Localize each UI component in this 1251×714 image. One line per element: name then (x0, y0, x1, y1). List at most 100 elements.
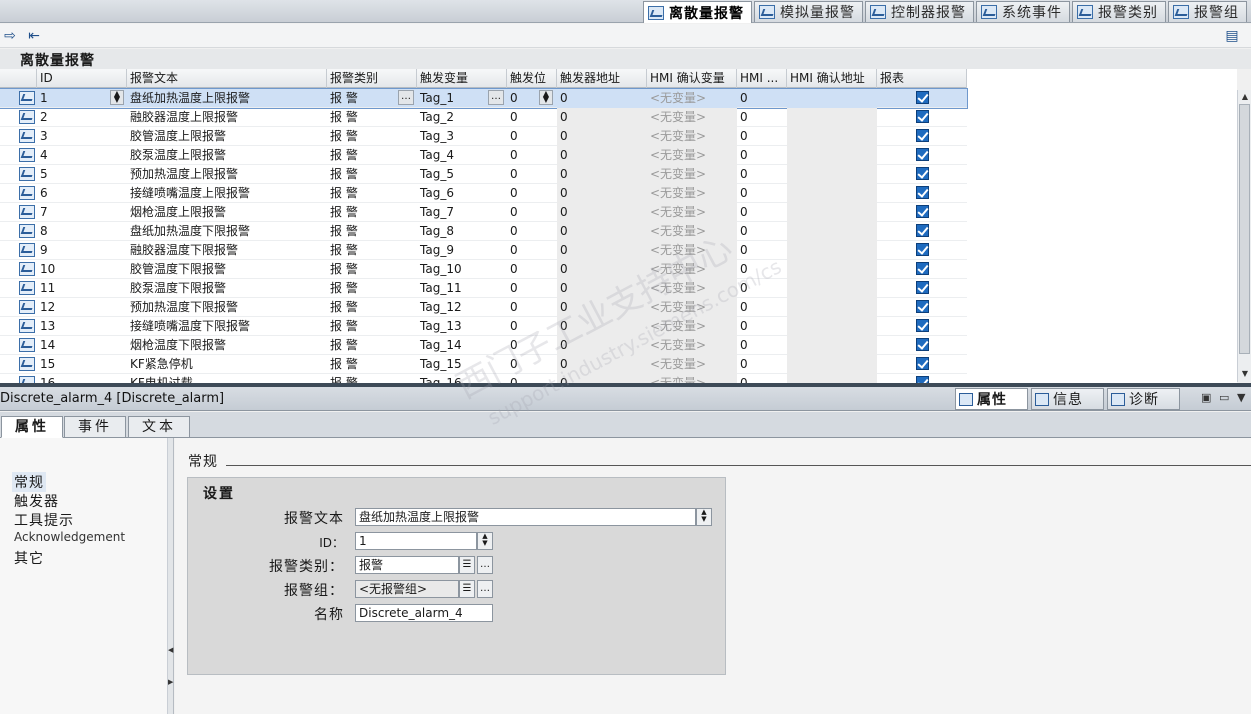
cell-alarm-class[interactable]: 报 警 (327, 241, 417, 260)
export-icon[interactable]: ⇨ (2, 28, 18, 44)
scroll-thumb[interactable] (1239, 104, 1250, 354)
cell-hmi-ack-tag[interactable]: <无变量> (647, 108, 737, 127)
cell-hmi-ack-tag[interactable]: <无变量> (647, 298, 737, 317)
table-row[interactable]: 2 融胶器温度上限报警报 警 Tag_2 0 0 <无变量> 0 (0, 108, 967, 127)
table-row[interactable]: 7 烟枪温度上限报警报 警 Tag_7 0 0 <无变量> 0 (0, 203, 967, 222)
cell-alarm-class[interactable]: 报 警 (327, 222, 417, 241)
cell-alarm-class[interactable]: 报 警 (327, 298, 417, 317)
cell-id[interactable]: 10 (37, 260, 127, 279)
cell-alarm-text[interactable]: 烟枪温度下限报警 (127, 336, 327, 355)
inspector-tab-properties[interactable]: 属性 (955, 388, 1028, 410)
cell-hmi-ack-bit[interactable]: 0 (737, 108, 787, 127)
cell-hmi-ack-tag[interactable]: <无变量> (647, 127, 737, 146)
table-vertical-scrollbar[interactable]: ▲ ▼ (1237, 90, 1251, 382)
cell-alarm-class[interactable]: 报 警 (327, 355, 417, 374)
nav-misc[interactable]: 其它 (14, 548, 44, 568)
cell-hmi-ack-tag[interactable]: <无变量> (647, 260, 737, 279)
table-row[interactable]: 6 接缝喷嘴温度上限报警报 警 Tag_6 0 0 <无变量> 0 (0, 184, 967, 203)
cell-hmi-ack-tag[interactable]: <无变量> (647, 165, 737, 184)
cell-alarm-text[interactable]: 融胶器温度下限报警 (127, 241, 327, 260)
cell-hmi-ack-bit[interactable]: 0 (737, 241, 787, 260)
cell-alarm-class[interactable]: 报 警 (327, 336, 417, 355)
cell-hmi-ack-tag[interactable]: <无变量> (647, 146, 737, 165)
cell-alarm-class[interactable]: 报 警 (327, 108, 417, 127)
import-icon[interactable]: ⇤ (26, 28, 42, 44)
table-row[interactable]: 12 预加热温度下限报警报 警 Tag_12 0 0 <无变量> 0 (0, 298, 967, 317)
cell-alarm-class[interactable]: 报 警 (327, 165, 417, 184)
nav-scroll-left-icon[interactable]: ◀ (168, 646, 174, 654)
cell-hmi-ack-tag[interactable]: <无变量> (647, 317, 737, 336)
tab-alarm-classes[interactable]: 报警类别 (1072, 1, 1166, 22)
cell-trigger-bit[interactable]: 0 (507, 222, 557, 241)
alarm-group-browse-button[interactable]: … (477, 580, 493, 598)
cell-hmi-ack-address[interactable] (787, 355, 877, 374)
cell-trigger-tag[interactable]: Tag_2 (417, 108, 507, 127)
cell-trigger-bit[interactable]: 0 (507, 374, 557, 383)
nav-scrollbar[interactable]: ◀ ▶ (168, 438, 174, 714)
cell-alarm-class[interactable]: 报 警 (327, 184, 417, 203)
cell-alarm-text[interactable]: KF电机过载 (127, 374, 327, 383)
bit-spinner-icon[interactable]: ▲ ▼ (539, 90, 553, 105)
cell-id[interactable]: 11 (37, 279, 127, 298)
cell-id[interactable]: 8 (37, 222, 127, 241)
alarm-class-list-icon[interactable]: ☰ (459, 556, 475, 574)
col-report[interactable]: 报表 (877, 69, 967, 88)
minimize-icon[interactable]: ▭ (1219, 391, 1229, 404)
table-row[interactable]: 5 预加热温度上限报警报 警 Tag_5 0 0 <无变量> 0 (0, 165, 967, 184)
nav-general[interactable]: 常规 (12, 472, 46, 492)
report-checkbox[interactable] (916, 167, 929, 180)
tab-controller-alarms[interactable]: 控制器报警 (865, 1, 974, 22)
id-spinner-icon[interactable]: ▲ ▼ (477, 532, 493, 550)
cell-trigger-tag[interactable]: Tag_10 (417, 260, 507, 279)
cell-trigger-tag[interactable]: Tag_3 (417, 127, 507, 146)
cell-alarm-class[interactable]: 报 警 (327, 146, 417, 165)
cell-trigger-tag[interactable]: Tag_6 (417, 184, 507, 203)
cell-hmi-ack-address[interactable] (787, 127, 877, 146)
cell-trigger-tag[interactable]: Tag_16 (417, 374, 507, 383)
cell-trigger-address[interactable]: 0 (557, 89, 647, 108)
nav-tooltip[interactable]: 工具提示 (14, 510, 74, 530)
cell-trigger-bit[interactable]: 0 (507, 108, 557, 127)
cell-trigger-tag[interactable]: Tag_5 (417, 165, 507, 184)
table-row[interactable]: 3 胶管温度上限报警报 警 Tag_3 0 0 <无变量> 0 (0, 127, 967, 146)
cell-trigger-address[interactable]: 0 (557, 203, 647, 222)
cell-hmi-ack-address[interactable] (787, 317, 877, 336)
cell-trigger-bit[interactable]: 0 (507, 279, 557, 298)
cell-trigger-address[interactable]: 0 (557, 241, 647, 260)
cell-trigger-address[interactable]: 0 (557, 108, 647, 127)
cell-alarm-class[interactable]: 报 警 (327, 374, 417, 383)
scroll-up-icon[interactable]: ▲ (1239, 91, 1251, 103)
cell-hmi-ack-bit[interactable]: 0 (737, 184, 787, 203)
cell-alarm-text[interactable]: 接缝喷嘴温度下限报警 (127, 317, 327, 336)
cell-id[interactable]: 4 (37, 146, 127, 165)
cell-hmi-ack-address[interactable] (787, 165, 877, 184)
report-checkbox[interactable] (916, 129, 929, 142)
table-row[interactable]: 13 接缝喷嘴温度下限报警报 警 Tag_13 0 0 <无变量> 0 (0, 317, 967, 336)
cell-trigger-tag[interactable]: Tag_12 (417, 298, 507, 317)
cell-trigger-address[interactable]: 0 (557, 165, 647, 184)
cell-trigger-bit[interactable]: 0 (507, 317, 557, 336)
table-row[interactable]: 10 胶管温度下限报警报 警 Tag_10 0 0 <无变量> 0 (0, 260, 967, 279)
cell-hmi-ack-address[interactable] (787, 374, 877, 383)
id-spinner-icon[interactable]: ▲ ▼ (110, 90, 124, 105)
table-row[interactable]: 11 胶泵温度下限报警报 警 Tag_11 0 0 <无变量> 0 (0, 279, 967, 298)
cell-hmi-ack-bit[interactable]: 0 (737, 203, 787, 222)
cell-hmi-ack-bit[interactable]: 0 (737, 89, 787, 108)
cell-id[interactable]: 7 (37, 203, 127, 222)
cell-alarm-text[interactable]: 预加热温度下限报警 (127, 298, 327, 317)
report-checkbox[interactable] (916, 376, 929, 383)
cell-hmi-ack-tag[interactable]: <无变量> (647, 279, 737, 298)
cell-trigger-tag[interactable]: Tag_8 (417, 222, 507, 241)
table-row[interactable]: 8 盘纸加热温度下限报警报 警 Tag_8 0 0 <无变量> 0 (0, 222, 967, 241)
cell-hmi-ack-tag[interactable]: <无变量> (647, 374, 737, 383)
col-id[interactable]: ID (37, 69, 127, 88)
collapse-icon[interactable]: ▼ (1237, 391, 1245, 404)
cell-trigger-tag[interactable]: Tag_7 (417, 203, 507, 222)
tab-alarm-groups[interactable]: 报警组 (1168, 1, 1247, 22)
alarm-text-expand-icon[interactable]: ▲ ▼ (696, 508, 712, 526)
table-row[interactable]: 1 盘纸加热温度上限报警报 警 Tag_1 0 0 <无变量> 0 ▲ ▼…… ▲ ▼ (0, 88, 968, 109)
cell-id[interactable]: 12 (37, 298, 127, 317)
cell-alarm-class[interactable]: 报 警 (327, 279, 417, 298)
cell-id[interactable]: 9 (37, 241, 127, 260)
cell-hmi-ack-tag[interactable]: <无变量> (647, 355, 737, 374)
